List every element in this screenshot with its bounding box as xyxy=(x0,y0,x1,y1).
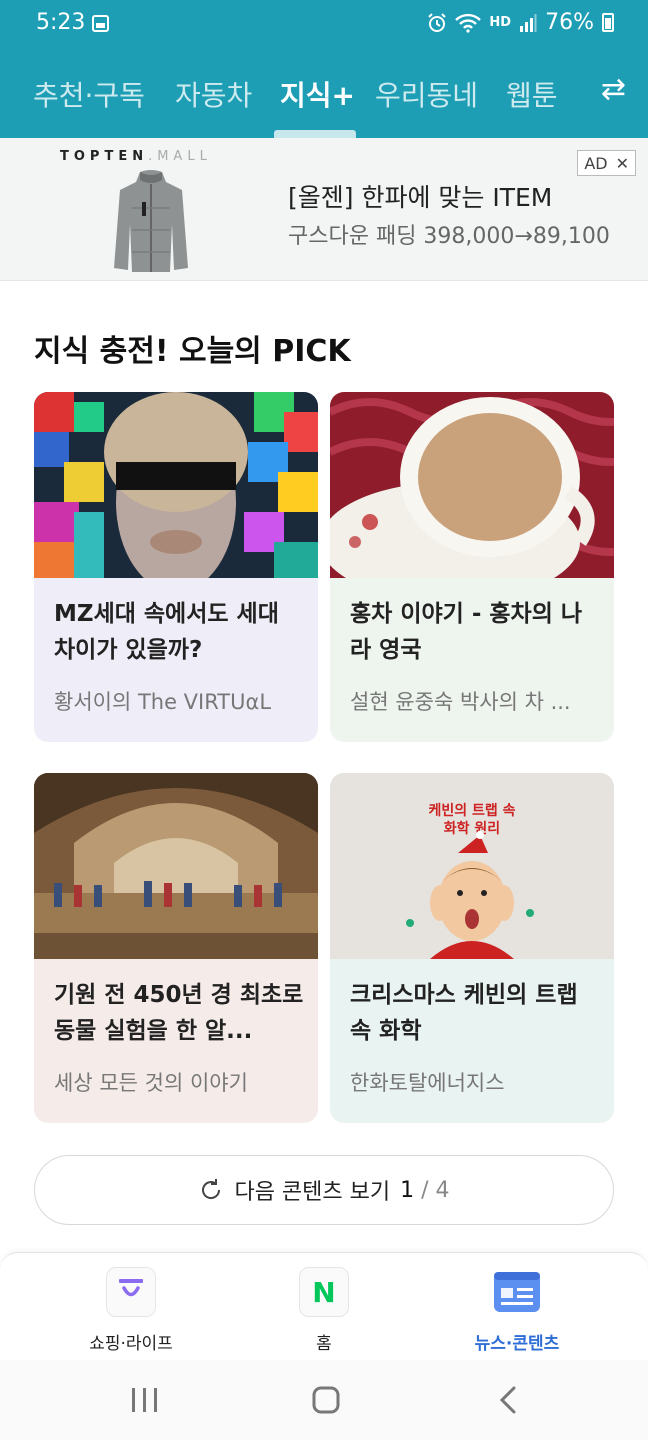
top-header: 5:23 HD 76% 추천·구독 자동차 지식+ 우리동네 웹툰 ⇄ xyxy=(0,0,648,138)
ad-title: [올젠] 한파에 맞는 ITEM xyxy=(288,183,553,212)
gallery-notification-icon xyxy=(92,15,109,32)
ad-badge[interactable]: AD ✕ xyxy=(577,150,636,176)
nav-label: 쇼핑·라이프 xyxy=(89,1334,173,1354)
card-title: 홍차 이야기 - 홍차의 나라 영국 xyxy=(350,601,583,663)
next-content-label: 다음 콘텐츠 보기 xyxy=(234,1180,391,1205)
content-card[interactable]: 케빈의 트랩 속 화학 원리 크리스마스 케빈의 트랩 속 화학 한화토탈에너지… xyxy=(330,773,614,1123)
tab-knowledge-plus[interactable]: 지식+ xyxy=(280,74,355,114)
news-icon xyxy=(492,1267,542,1317)
card-thumbnail xyxy=(34,392,318,578)
nav-news-content[interactable]: 뉴스·콘텐츠 xyxy=(457,1267,577,1354)
card-thumbnail xyxy=(34,773,318,959)
hd-voice-label: HD xyxy=(489,14,512,30)
naver-n-icon: N xyxy=(299,1267,349,1317)
nav-home[interactable]: N 홈 xyxy=(264,1267,384,1354)
card-source: 한화토탈에너지스 xyxy=(350,1071,505,1095)
status-time: 5:23 xyxy=(36,10,86,35)
nav-label: 홈 xyxy=(316,1334,332,1354)
page-indicator: 1 / 4 xyxy=(400,1177,450,1203)
battery-percent: 76% xyxy=(545,10,594,35)
swap-tabs-icon[interactable]: ⇄ xyxy=(601,72,626,107)
tab-car[interactable]: 자동차 xyxy=(175,74,252,114)
category-tabs: 추천·구독 자동차 지식+ 우리동네 웹툰 xyxy=(0,66,648,126)
alarm-icon xyxy=(428,12,447,32)
back-icon[interactable] xyxy=(496,1385,520,1415)
svg-text:화학 원리: 화학 원리 xyxy=(444,821,500,837)
recent-apps-icon[interactable] xyxy=(130,1386,160,1414)
content-card[interactable]: 홍차 이야기 - 홍차의 나라 영국 설현 윤중숙 박사의 차 ... xyxy=(330,392,614,742)
section-title: 지식 충전! 오늘의 PICK xyxy=(34,334,351,369)
card-source: 설현 윤중숙 박사의 차 ... xyxy=(350,690,571,714)
nav-shopping-life[interactable]: 쇼핑·라이프 xyxy=(71,1267,191,1354)
ad-banner[interactable]: TOPTEN.MALL [올젠] 한파에 맞는 ITEM 구스다운 패딩 398… xyxy=(0,138,648,281)
card-title: MZ세대 속에서도 세대 차이가 있을까? xyxy=(54,601,279,663)
card-title: 기원 전 450년 경 최초로 동물 실험을 한 알... xyxy=(54,982,304,1044)
ad-label: AD xyxy=(584,153,608,173)
card-title: 크리스마스 케빈의 트랩 속 화학 xyxy=(350,982,578,1044)
tab-neighborhood[interactable]: 우리동네 xyxy=(375,74,478,114)
nav-label: 뉴스·콘텐츠 xyxy=(474,1334,560,1354)
home-icon[interactable] xyxy=(311,1385,341,1415)
system-navigation-bar xyxy=(0,1360,648,1440)
svg-text:케빈의 트랩 속: 케빈의 트랩 속 xyxy=(428,802,515,819)
close-icon[interactable]: ✕ xyxy=(616,154,629,173)
wifi-icon xyxy=(455,13,482,33)
next-content-button[interactable]: 다음 콘텐츠 보기 1 / 4 xyxy=(34,1155,614,1225)
active-tab-indicator xyxy=(274,130,356,138)
ad-brand: TOPTEN.MALL xyxy=(60,149,212,164)
card-source: 세상 모든 것의 이야기 xyxy=(54,1071,248,1095)
card-thumbnail: 케빈의 트랩 속 화학 원리 xyxy=(330,773,614,959)
card-thumbnail xyxy=(330,392,614,578)
battery-icon xyxy=(602,13,614,32)
shopping-bag-icon xyxy=(106,1267,156,1317)
tab-recommend-subscribe[interactable]: 추천·구독 xyxy=(33,74,145,114)
status-right: HD 76% xyxy=(427,10,614,35)
ad-subtitle: 구스다운 패딩 398,000→89,100 xyxy=(288,224,610,249)
bottom-navigation: 쇼핑·라이프 N 홈 뉴스·콘텐츠 xyxy=(0,1252,648,1360)
tab-webtoon[interactable]: 웹툰 xyxy=(506,74,558,114)
content-card[interactable]: MZ세대 속에서도 세대 차이가 있을까? 황서이의 The VIRTUαL xyxy=(34,392,318,742)
content-card[interactable]: 기원 전 450년 경 최초로 동물 실험을 한 알... 세상 모든 것의 이… xyxy=(34,773,318,1123)
signal-icon xyxy=(520,13,537,32)
jacket-image xyxy=(114,170,188,272)
refresh-icon xyxy=(202,1179,221,1199)
card-source: 황서이의 The VIRTUαL xyxy=(54,690,272,714)
status-bar: 5:23 HD 76% xyxy=(0,0,648,48)
